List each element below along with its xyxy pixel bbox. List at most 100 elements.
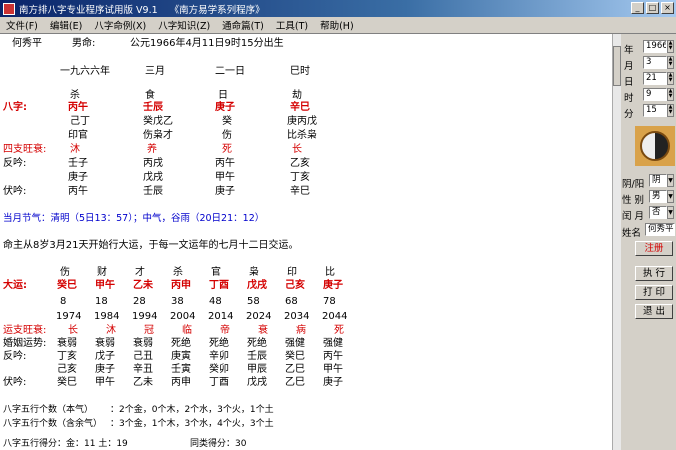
dayun-god: 才 — [135, 267, 145, 278]
menu-cases[interactable]: 八字命例(X) — [88, 18, 152, 32]
gender-select[interactable]: 男 — [649, 190, 667, 203]
dayun-year: 1974 — [56, 311, 82, 322]
day-label: 日 — [624, 77, 634, 88]
menu-tools[interactable]: 工具(T) — [270, 18, 314, 32]
hunyin-value: 衰弱 — [133, 338, 153, 349]
fanyin-value: 丙午 — [215, 158, 235, 169]
dayun-fanyin: 癸卯 — [209, 364, 229, 375]
dayun-age: 38 — [171, 296, 184, 307]
pillar-god: 食 — [145, 90, 155, 101]
window-subtitle: 《南方易学系列程序》 — [169, 4, 265, 16]
leap-month-select[interactable]: 否 — [649, 206, 667, 219]
menu-tongming[interactable]: 通命篇(T) — [216, 18, 270, 32]
hour-field[interactable]: 9 — [643, 88, 667, 101]
wuxing-score: 八字五行得分：金：11 土：19 — [3, 439, 128, 449]
minimize-icon[interactable]: _ — [631, 2, 644, 14]
dayun-description: 命主从8岁3月21天开始行大运，于每一文运年的七月十二日交运。 — [3, 240, 299, 251]
lunar-year: 一九六六年 — [60, 66, 110, 77]
app-icon — [3, 2, 15, 15]
window-controls: _ □ × — [631, 2, 674, 14]
fuyin-value: 丙午 — [68, 186, 88, 197]
dayun-pillar: 乙未 — [133, 280, 153, 291]
fanyin-value: 甲午 — [215, 172, 235, 183]
hour-spinner[interactable]: ▲ ▼ — [667, 88, 674, 101]
dayun-age: 48 — [209, 296, 222, 307]
yinyang-dropdown-icon[interactable]: ▼ — [667, 174, 674, 187]
dayun-wangshuai: 长 — [68, 325, 78, 336]
register-button[interactable]: 注册 — [635, 241, 673, 256]
hunyin-value: 衰弱 — [57, 338, 77, 349]
dayun-wangshuai: 沐 — [106, 325, 116, 336]
dayun-fanyin: 己亥 — [57, 364, 77, 375]
vertical-scrollbar[interactable] — [612, 34, 621, 450]
hidden-stems: 癸 — [222, 116, 232, 127]
person-name: 何秀平 — [12, 38, 42, 49]
wuxing-count-label: 八字五行个数（含余气） — [3, 419, 103, 429]
lunar-day: 二一日 — [215, 66, 245, 77]
dayun-fuyin: 乙未 — [133, 377, 153, 388]
hunyin-label: 婚姻运势: — [3, 338, 47, 349]
leap-month-dropdown-icon[interactable]: ▼ — [667, 206, 674, 219]
fuyin-label: 伏吟: — [3, 186, 27, 197]
dayun-wangshuai: 死 — [334, 325, 344, 336]
dayun-pillar: 丁酉 — [209, 280, 229, 291]
run-button[interactable]: 执 行 — [635, 266, 673, 281]
dayun-year: 2014 — [208, 311, 234, 322]
lunar-hour: 巳时 — [290, 66, 310, 77]
menu-knowledge[interactable]: 八字知识(Z) — [152, 18, 216, 32]
window-title: 南方排八字专业程序试用版 V9.1 — [19, 4, 158, 16]
day-field[interactable]: 21 — [643, 72, 667, 85]
day-spinner[interactable]: ▲ ▼ — [667, 72, 674, 85]
scrollbar-thumb[interactable] — [613, 46, 621, 86]
hidden-gods: 伤 — [222, 130, 232, 141]
dayun-year: 2024 — [246, 311, 272, 322]
dayun-wangshuai: 冠 — [144, 325, 154, 336]
month-spinner[interactable]: ▲ ▼ — [667, 56, 674, 69]
dayun-pillar: 丙申 — [171, 280, 191, 291]
exit-button[interactable]: 退 出 — [635, 304, 673, 319]
dayun-fuyin: 癸巳 — [57, 377, 77, 388]
menu-help[interactable]: 帮助(H) — [314, 18, 360, 32]
dayun-fanyin: 己丑 — [133, 351, 153, 362]
dayun-pillar: 癸巳 — [57, 280, 77, 291]
dayun-fanyin: 壬辰 — [247, 351, 267, 362]
title-bar: 南方排八字专业程序试用版 V9.1 《南方易学系列程序》 _ □ × — [0, 0, 676, 17]
dayun-fanyin: 庚子 — [95, 364, 115, 375]
dayun-fanyin-label: 反吟: — [3, 351, 27, 362]
menu-file[interactable]: 文件(F) — [0, 18, 44, 32]
wuxing-count: ：2个金，0个木，2个水，3个火，1个土 — [110, 405, 274, 415]
menu-edit[interactable]: 编辑(E) — [44, 18, 88, 32]
hidden-gods: 伤枭才 — [143, 130, 173, 141]
dayun-year: 2004 — [170, 311, 196, 322]
bazi-pillar: 辛巳 — [290, 102, 310, 113]
dayun-fanyin: 庚寅 — [171, 351, 191, 362]
dayun-fanyin: 辛卯 — [209, 351, 229, 362]
maximize-icon[interactable]: □ — [646, 2, 659, 14]
dayun-fanyin: 乙巳 — [285, 364, 305, 375]
pillar-god: 杀 — [70, 90, 80, 101]
yinyang-select[interactable]: 阴 — [649, 174, 667, 187]
fanyin-label: 反吟: — [3, 158, 27, 169]
gender-label: 性 别 — [622, 195, 645, 206]
dayun-age: 78 — [323, 296, 336, 307]
hidden-gods: 印官 — [68, 130, 88, 141]
year-label: 年 — [624, 45, 634, 56]
minute-spinner[interactable]: ▲ ▼ — [667, 104, 674, 117]
lunar-month: 三月 — [145, 66, 165, 77]
dayun-pillar: 庚子 — [323, 280, 343, 291]
gender-dropdown-icon[interactable]: ▼ — [667, 190, 674, 203]
bazi-pillar: 庚子 — [215, 102, 235, 113]
hunyin-value: 死绝 — [171, 338, 191, 349]
print-button[interactable]: 打 印 — [635, 285, 673, 300]
month-field[interactable]: 3 — [643, 56, 667, 69]
minute-field[interactable]: 15 — [643, 104, 667, 117]
name-field[interactable]: 何秀平 — [645, 223, 675, 236]
dayun-fanyin: 丙午 — [323, 351, 343, 362]
close-icon[interactable]: × — [661, 2, 674, 14]
year-spinner[interactable]: ▲ ▼ — [667, 40, 674, 53]
hunyin-value: 衰弱 — [95, 338, 115, 349]
year-field[interactable]: 1966 — [643, 40, 667, 53]
dayun-year: 2044 — [322, 311, 348, 322]
result-area[interactable]: 何秀平 男命: 公元1966年4月11日9时15分出生 一九六六年 三月 二一日… — [0, 34, 612, 450]
dayun-god: 杀 — [173, 267, 183, 278]
